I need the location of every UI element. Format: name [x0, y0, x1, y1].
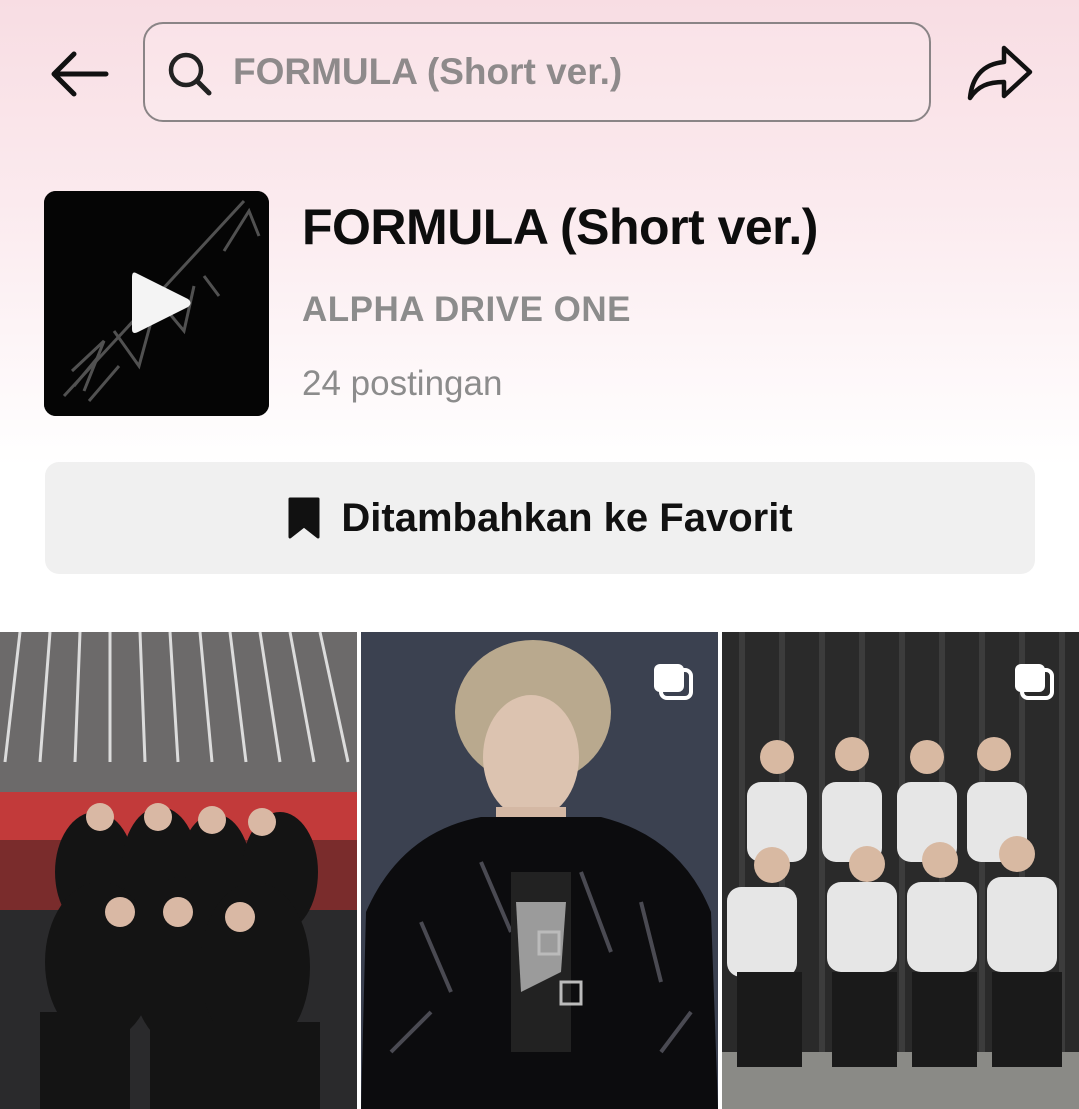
favorite-label: Ditambahkan ke Favorit	[341, 495, 793, 540]
search-input[interactable]	[233, 46, 893, 98]
bookmark-filled-icon	[288, 497, 320, 539]
share-arrow-icon	[967, 45, 1033, 101]
post-image	[0, 632, 357, 1109]
top-bar	[0, 0, 1079, 150]
search-icon	[168, 52, 212, 96]
sound-cover[interactable]	[44, 191, 269, 416]
play-icon[interactable]	[126, 267, 196, 339]
arrow-left-icon	[51, 51, 109, 97]
artist-name[interactable]: ALPHA DRIVE ONE	[302, 290, 631, 330]
post-grid	[0, 632, 1079, 1109]
post-image	[361, 632, 718, 1109]
share-button[interactable]	[966, 42, 1036, 104]
post-thumbnail-1[interactable]	[0, 632, 357, 1109]
post-count: 24 postingan	[302, 364, 503, 403]
sound-title: FORMULA (Short ver.)	[302, 199, 818, 255]
multi-image-icon	[654, 664, 693, 700]
multi-image-icon	[1015, 664, 1054, 700]
post-thumbnail-2[interactable]	[361, 632, 718, 1109]
post-image	[722, 632, 1079, 1109]
back-button[interactable]	[46, 46, 112, 102]
post-thumbnail-3[interactable]	[722, 632, 1079, 1109]
favorite-button[interactable]: Ditambahkan ke Favorit	[45, 462, 1035, 574]
search-bar[interactable]	[143, 22, 931, 122]
